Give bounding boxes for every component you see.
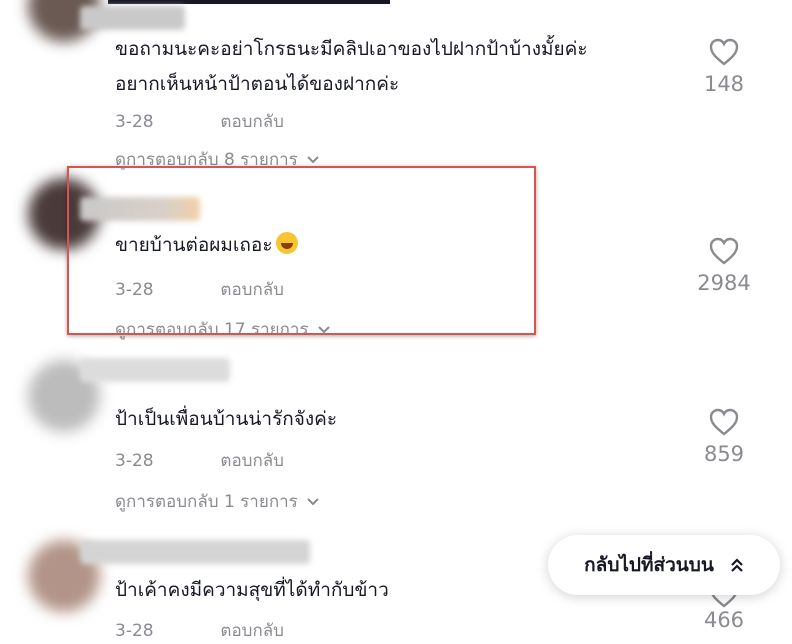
comment-text: ขอถามนะคะอย่าโกรธนะมีคลิปเอาของไปฝากป้าบ…	[115, 32, 690, 102]
back-to-top-button[interactable]: กลับไปที่ส่วนบน	[548, 535, 780, 595]
comment-meta: 3-28 ตอบกลับ	[115, 447, 284, 474]
like-count: 859	[703, 442, 745, 466]
view-replies-label: ดูการตอบกลับ 1 รายการ	[115, 492, 298, 512]
comment-date: 3-28	[115, 112, 154, 132]
like-count: 2984	[697, 271, 751, 295]
like-button[interactable]: 2984	[680, 237, 768, 295]
like-button[interactable]: 859	[680, 408, 768, 466]
username-blurred[interactable]	[80, 358, 230, 382]
heart-outline-icon	[709, 237, 739, 265]
like-button[interactable]: 148	[680, 38, 768, 96]
comment-text-line: ขอถามนะคะอย่าโกรธนะมีคลิปเอาของไปฝากป้าบ…	[115, 38, 588, 60]
heart-outline-icon	[709, 38, 739, 66]
reply-button[interactable]: ตอบกลับ	[220, 112, 284, 132]
reply-button[interactable]: ตอบกลับ	[220, 621, 284, 641]
comment-text: ป้าเป็นเพื่อนบ้านน่ารักจังค่ะ	[115, 402, 690, 437]
comment-date: 3-28	[115, 451, 154, 471]
view-replies-button[interactable]: ดูการตอบกลับ 1 รายการ	[115, 488, 320, 515]
chevron-down-icon	[307, 155, 319, 163]
username-blurred[interactable]	[80, 540, 310, 564]
like-count: 148	[703, 72, 745, 96]
like-count: 466	[703, 608, 745, 632]
comment-date: 3-28	[115, 621, 154, 641]
highlight-box	[67, 166, 536, 335]
top-divider	[108, 0, 390, 4]
comment-text-line: อยากเห็นหน้าป้าตอนได้ของฝากค่ะ	[115, 73, 400, 95]
double-chevron-up-icon	[731, 558, 743, 572]
reply-button[interactable]: ตอบกลับ	[220, 451, 284, 471]
username-blurred[interactable]	[80, 6, 185, 30]
comment-meta: 3-28 ตอบกลับ	[115, 617, 284, 644]
back-to-top-label: กลับไปที่ส่วนบน	[584, 554, 714, 576]
comment-text-line: ป้าเป็นเพื่อนบ้านน่ารักจังค่ะ	[115, 408, 338, 430]
comment-meta: 3-28 ตอบกลับ	[115, 108, 284, 135]
chevron-down-icon	[307, 497, 319, 505]
heart-outline-icon	[709, 408, 739, 436]
